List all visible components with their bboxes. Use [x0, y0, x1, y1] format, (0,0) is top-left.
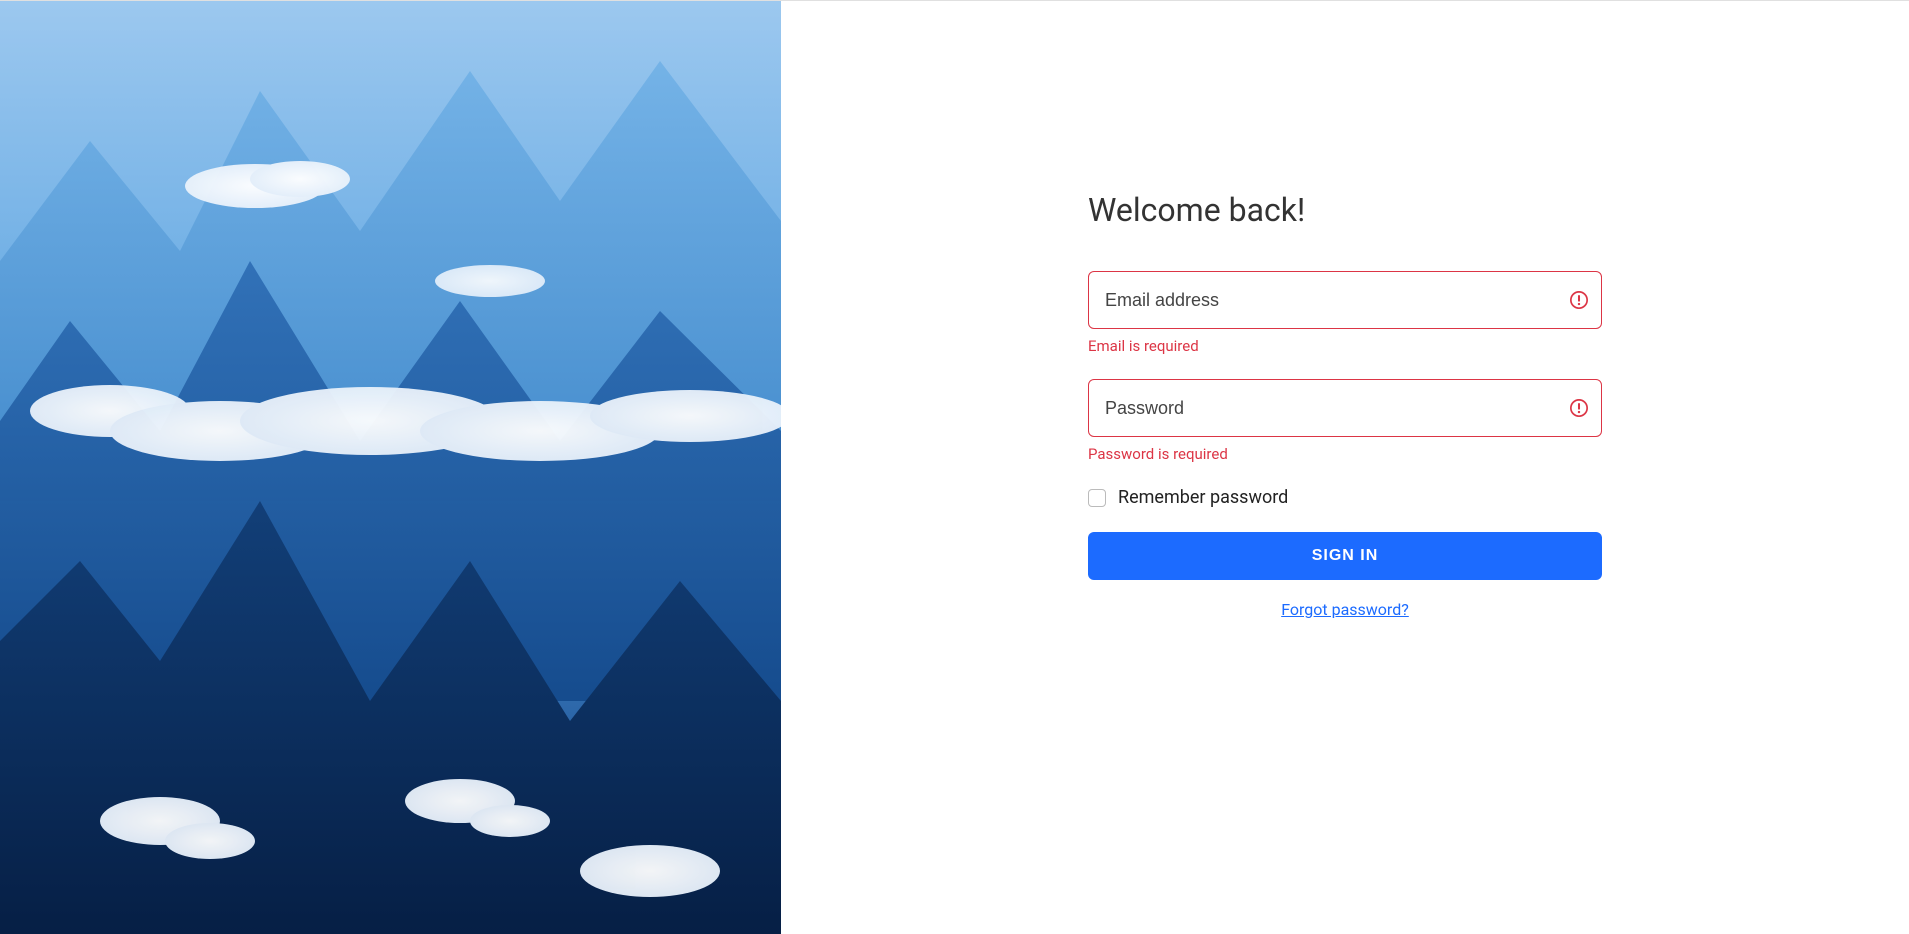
password-error-text: Password is required: [1088, 445, 1602, 463]
login-panel: Welcome back! Email is required Password…: [781, 1, 1909, 933]
email-field-wrap: [1088, 271, 1602, 329]
remember-label[interactable]: Remember password: [1118, 487, 1288, 508]
page-title: Welcome back!: [1088, 191, 1602, 229]
email-error-text: Email is required: [1088, 337, 1602, 355]
forgot-password-link[interactable]: Forgot password?: [1088, 600, 1602, 619]
email-field[interactable]: [1088, 271, 1602, 329]
remember-checkbox[interactable]: [1088, 489, 1106, 507]
password-field-wrap: [1088, 379, 1602, 437]
signin-button[interactable]: Sign In: [1088, 532, 1602, 580]
page-layout: Welcome back! Email is required Password…: [0, 1, 1909, 933]
remember-row: Remember password: [1088, 487, 1602, 508]
password-field[interactable]: [1088, 379, 1602, 437]
login-form: Welcome back! Email is required Password…: [1088, 191, 1602, 619]
hero-image: [0, 1, 781, 934]
